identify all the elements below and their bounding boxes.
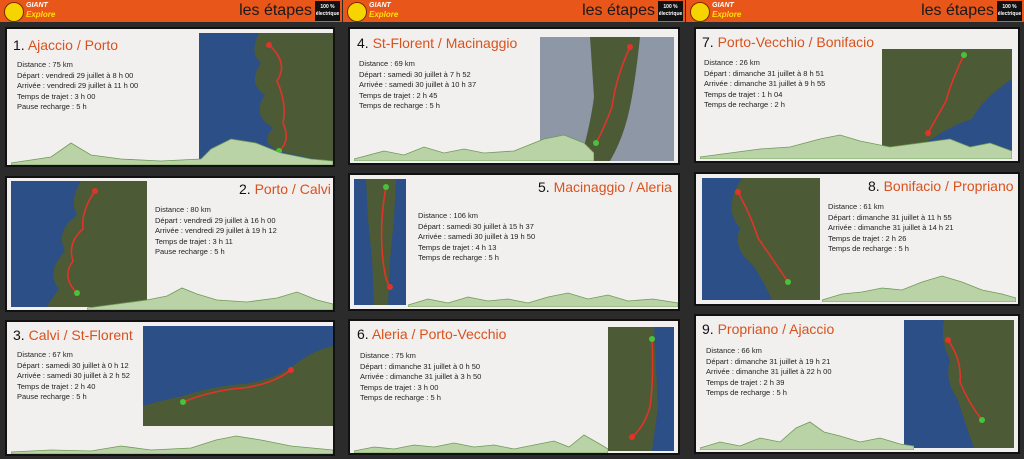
header-bar: GIANT Explore les étapes 100 % électrique [343,0,685,22]
stage-info: Distance : 75 km Départ : dimanche 31 jui… [360,351,482,402]
stage-title: 5. Macinaggio / Aleria [538,179,672,195]
stage-card-9: 9. Propriano / Ajaccio Distance : 66 km D… [694,314,1020,454]
stage-title: 7. Porto-Vecchio / Bonifacio [702,34,874,50]
elevation-profile [11,129,333,165]
stage-info: Distance : 80 km Départ : vendredi 29 jui… [155,205,277,256]
elevation-profile [822,270,1016,302]
elevation-profile [354,129,594,161]
elevation-profile [700,129,1012,159]
column-3: GIANT Explore les étapes 100 % électrique … [686,0,1024,459]
stage-info: Distance : 61 km Départ : dimanche 31 jui… [828,202,954,253]
route-map [354,179,406,305]
stage-card-6: 6. Aleria / Porto-Vecchio Distance : 75 … [348,319,680,455]
route-map [143,326,333,426]
stage-title: 1. Ajaccio / Porto [13,37,119,53]
electric-badge: 100 % électrique [997,1,1022,21]
header-title: les étapes [582,2,655,19]
giant-logo-icon [4,2,24,22]
header-bar: GIANT Explore les étapes 100 % électrique [0,0,342,22]
column-1: GIANT Explore les étapes 100 % électrique … [0,0,342,459]
elevation-profile [11,430,333,454]
brand-text: GIANT Explore [26,2,56,19]
stage-info: Distance : 66 km Départ : dimanche 31 jui… [706,346,832,397]
header-title: les étapes [239,2,312,19]
elevation-profile [87,278,333,310]
brand-text: GIANT Explore [712,2,742,19]
stages-poster: GIANT Explore les étapes 100 % électrique … [0,0,1024,459]
stage-card-3: 3. Calvi / St-Florent Distance : 67 km Dé… [5,320,335,456]
route-map [702,178,820,300]
stage-card-1: 1. Ajaccio / Porto Distance : 75 km Dépar… [5,27,335,167]
header-title: les étapes [921,2,994,19]
electric-badge: 100 % électrique [658,1,683,21]
stage-card-8: 8. Bonifacio / Propriano Distance : 61 k… [694,172,1020,306]
stage-info: Distance : 106 km Départ : samedi 30 juil… [418,211,536,262]
elevation-profile [408,285,678,307]
elevation-profile [354,425,608,453]
stage-card-5: 5. Macinaggio / Aleria Distance : 106 km… [348,173,680,311]
header-bar: GIANT Explore les étapes 100 % électrique [686,0,1024,22]
stage-card-7: 7. Porto-Vecchio / Bonifacio Distance : … [694,27,1020,163]
giant-logo-icon [690,2,710,22]
stage-title: 2. Porto / Calvi [239,181,331,197]
electric-badge: 100 % électrique [315,1,340,21]
column-2: GIANT Explore les étapes 100 % électrique … [343,0,685,459]
brand-text: GIANT Explore [369,2,399,19]
route-map [904,320,1014,448]
route-map [608,327,674,451]
stage-title: 9. Propriano / Ajaccio [702,321,835,337]
elevation-profile [700,412,914,450]
stage-info: Distance : 69 km Départ : samedi 30 juill… [359,59,477,110]
stage-info: Distance : 26 km Départ : dimanche 31 jui… [704,58,826,109]
stage-info: Distance : 67 km Départ : samedi 30 juill… [17,350,130,401]
stage-card-2: 2. Porto / Calvi Distance : 80 km Départ … [5,176,335,312]
giant-logo-icon [347,2,367,22]
stage-info: Distance : 75 km Départ : vendredi 29 jui… [17,60,139,111]
stage-title: 3. Calvi / St-Florent [13,327,133,343]
stage-card-4: 4. St-Florent / Macinaggio Distance : 69… [348,27,680,165]
stage-title: 4. St-Florent / Macinaggio [357,35,518,51]
stage-title: 6. Aleria / Porto-Vecchio [357,326,507,342]
stage-title: 8. Bonifacio / Propriano [868,178,1014,194]
